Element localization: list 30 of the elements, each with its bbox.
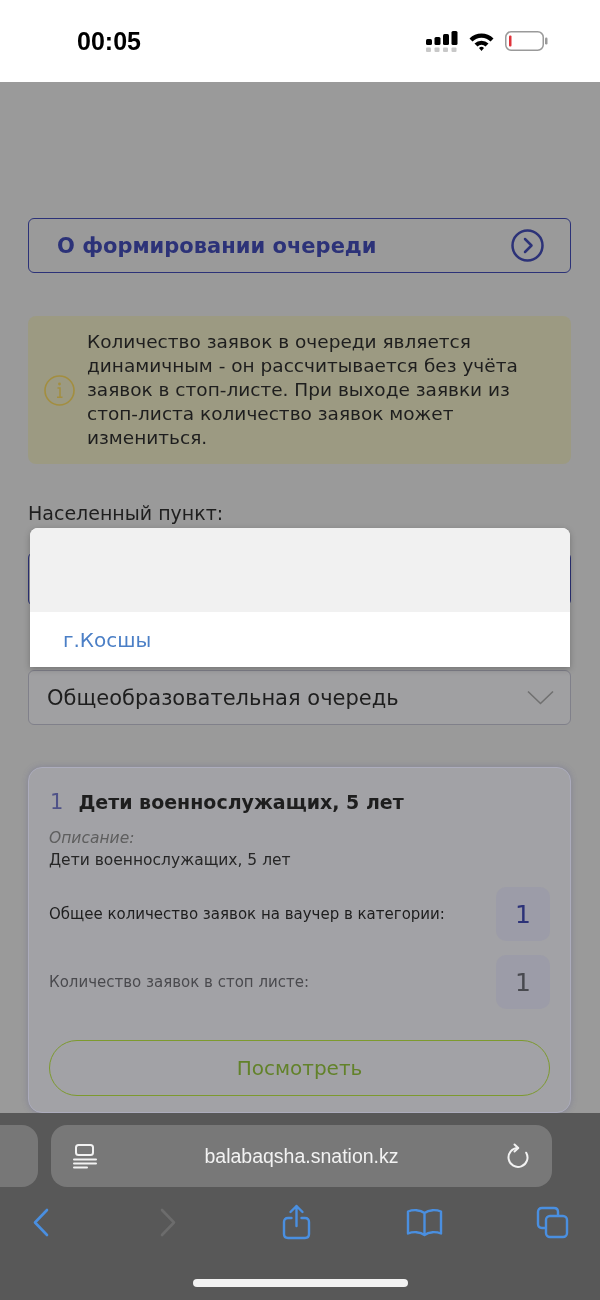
url-text: balabaqsha.snation.kz <box>203 1144 400 1168</box>
previous-tab-card[interactable] <box>0 1125 38 1187</box>
page-format-icon[interactable] <box>72 1143 98 1169</box>
wifi-icon <box>468 31 495 51</box>
count-value: 1 <box>496 955 550 1009</box>
dropdown-option[interactable]: г.Косшы <box>30 612 570 667</box>
stat-label: Количество заявок в стоп листе: <box>49 973 309 991</box>
notice-text: Количество заявок в очереди является динамичным - он рассчитывается без учёта заявок в стоп-листе. При выходе заявки из стоп-листа количество заявок может измениться. <box>87 330 519 450</box>
queue-type-select[interactable]: Общеобразовательная очередь <box>28 670 571 725</box>
chevron-circle-icon <box>511 229 544 262</box>
battery-icon <box>505 31 548 51</box>
status-time: 00:05 <box>77 26 141 56</box>
tabs-icon[interactable] <box>535 1205 569 1239</box>
count-value: 1 <box>496 887 550 941</box>
queue-info-button[interactable]: О формировании очереди <box>28 218 571 273</box>
description-label: Описание: <box>49 828 136 848</box>
signal-icon <box>426 30 458 52</box>
address-bar[interactable]: balabaqsha.snation.kz <box>51 1125 552 1187</box>
category-title: Дети военнослужащих, 5 лет <box>78 790 404 815</box>
share-icon[interactable] <box>281 1204 311 1240</box>
stat-label: Общее количество заявок на ваучер в категории: <box>49 905 445 923</box>
description-text: Дети военнослужащих, 5 лет <box>49 850 292 870</box>
info-icon <box>44 374 75 406</box>
category-number: 1 <box>49 789 64 816</box>
reload-icon[interactable] <box>505 1143 531 1169</box>
home-indicator[interactable] <box>192 1279 408 1287</box>
back-icon[interactable] <box>31 1207 49 1237</box>
field-label: Населенный пункт: <box>28 502 225 524</box>
chevron-down-icon <box>527 690 554 705</box>
book-icon[interactable] <box>405 1207 443 1237</box>
